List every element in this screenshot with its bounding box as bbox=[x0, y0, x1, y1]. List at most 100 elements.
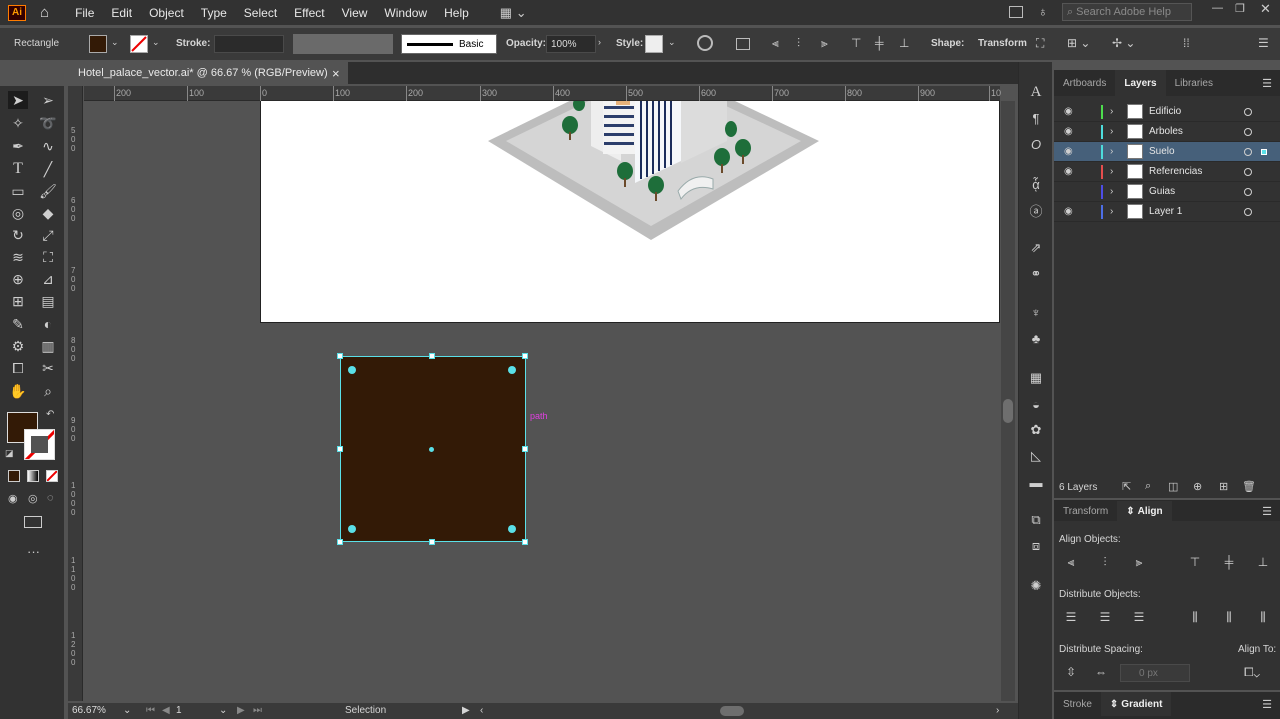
glyphs-panel-icon[interactable]: ᾆ bbox=[1028, 176, 1044, 192]
expand-chevron-icon[interactable]: › bbox=[1110, 166, 1113, 177]
scroll-right-icon[interactable]: › bbox=[996, 705, 999, 716]
clipping-mask-icon[interactable]: ◫ bbox=[1168, 480, 1178, 493]
target-circle-icon[interactable] bbox=[1244, 207, 1252, 216]
visibility-eye-icon[interactable]: ◉ bbox=[1064, 126, 1073, 137]
minimize-icon[interactable]: — bbox=[1212, 2, 1223, 14]
scrollbar-thumb[interactable] bbox=[1003, 399, 1013, 423]
isolate-icon[interactable]: ⛶ bbox=[1036, 36, 1044, 51]
new-layer-icon[interactable]: ⊞ bbox=[1219, 480, 1228, 493]
direct-selection-tool-icon[interactable]: ➢ bbox=[38, 91, 58, 109]
handle-top-right[interactable] bbox=[522, 353, 528, 359]
search-input[interactable]: ⌕ Search Adobe Help bbox=[1062, 3, 1192, 21]
selection-tool-icon[interactable]: ➤ bbox=[8, 91, 28, 109]
menu-edit[interactable]: Edit bbox=[111, 6, 132, 20]
edit-toolbar-icon[interactable]: ··· bbox=[27, 544, 40, 559]
free-transform-tool-icon[interactable]: ⛶ bbox=[38, 248, 58, 266]
transparency-icon[interactable] bbox=[736, 38, 750, 50]
swatches-panel-icon[interactable]: ▦ bbox=[1028, 370, 1044, 386]
export-panel-icon[interactable]: ⇗ bbox=[1028, 240, 1044, 256]
zoom-dropdown-icon[interactable]: ⌄ bbox=[123, 705, 131, 716]
warp-tool-icon[interactable]: ≋ bbox=[8, 248, 28, 266]
artboard-number-field[interactable]: 1 bbox=[176, 704, 216, 718]
swap-colors-icon[interactable]: ↶ bbox=[46, 409, 54, 420]
align-top-ctrl-icon[interactable]: ⊤ bbox=[851, 36, 861, 50]
target-circle-icon[interactable] bbox=[1244, 187, 1252, 196]
handle-bottom-right[interactable] bbox=[522, 539, 528, 545]
collect-export-icon[interactable]: ⇱ bbox=[1122, 480, 1131, 493]
opacity-input[interactable]: 100% bbox=[546, 35, 596, 53]
default-colors-icon[interactable]: ◪ bbox=[5, 448, 14, 459]
tab-libraries[interactable]: Libraries bbox=[1166, 70, 1222, 96]
first-artboard-icon[interactable]: ⏮ bbox=[146, 705, 155, 716]
layer-row[interactable]: › Guias bbox=[1054, 182, 1280, 202]
curvature-tool-icon[interactable]: ∿ bbox=[38, 137, 58, 155]
rectangle-tool-icon[interactable]: ▭ bbox=[8, 182, 28, 200]
target-circle-icon[interactable] bbox=[1244, 147, 1252, 156]
paragraph-panel-icon[interactable]: ¶ bbox=[1028, 110, 1044, 126]
selection-indicator-icon[interactable] bbox=[1261, 148, 1267, 155]
menu-help[interactable]: Help bbox=[444, 6, 469, 20]
align-to-dropdown-icon[interactable]: ⧠⌄ bbox=[1244, 665, 1260, 679]
lasso-tool-icon[interactable]: ➰ bbox=[38, 114, 58, 132]
new-sublayer-icon[interactable]: ⊕ bbox=[1193, 480, 1202, 493]
line-tool-icon[interactable]: ╱ bbox=[38, 160, 58, 178]
expand-chevron-icon[interactable]: › bbox=[1110, 106, 1113, 117]
close-window-icon[interactable]: ✕ bbox=[1260, 1, 1271, 17]
canvas[interactable]: path bbox=[84, 101, 1000, 701]
next-artboard-icon[interactable]: ▶ bbox=[237, 705, 245, 716]
paintbrush-tool-icon[interactable]: 🖌 bbox=[38, 182, 58, 200]
type-tool-icon[interactable]: T bbox=[8, 160, 28, 178]
draw-behind-icon[interactable]: ◎ bbox=[28, 492, 38, 505]
corner-widget-bl[interactable] bbox=[348, 525, 356, 533]
transform-label[interactable]: Transform bbox=[978, 38, 1027, 49]
handle-mid-left[interactable] bbox=[337, 446, 343, 452]
menu-object[interactable]: Object bbox=[149, 6, 184, 20]
scale-tool-icon[interactable]: ⤢ bbox=[38, 226, 58, 244]
horizontal-align-right-icon[interactable]: ⫸ bbox=[1131, 555, 1147, 569]
gradient-panel-icon[interactable]: ◺ bbox=[1028, 448, 1044, 464]
visibility-eye-icon[interactable]: ◉ bbox=[1064, 166, 1073, 177]
eraser-tool-icon[interactable]: ◆ bbox=[38, 204, 58, 222]
style-swatch[interactable] bbox=[645, 35, 663, 53]
target-circle-icon[interactable] bbox=[1244, 107, 1252, 116]
character-panel-icon[interactable]: A bbox=[1028, 84, 1044, 100]
visibility-eye-icon[interactable]: ◉ bbox=[1064, 206, 1073, 217]
shaper-tool-icon[interactable]: ◎ bbox=[8, 204, 28, 222]
distribute-vcenter-icon[interactable]: ☰ bbox=[1097, 610, 1113, 624]
lightbulb-icon[interactable]: ♁ bbox=[1038, 4, 1048, 19]
appearance-panel-icon[interactable]: ◒ bbox=[1028, 396, 1044, 412]
slice-tool-icon[interactable]: ✂ bbox=[38, 359, 58, 377]
vertical-align-center-icon[interactable]: ╪ bbox=[1221, 555, 1237, 569]
menu-file[interactable]: File bbox=[75, 6, 94, 20]
layer-row[interactable]: ◉ › Arboles bbox=[1054, 122, 1280, 142]
hand-tool-icon[interactable]: ✋ bbox=[8, 382, 28, 400]
tab-align[interactable]: ⇕ Align bbox=[1117, 501, 1172, 521]
horizontal-align-center-icon[interactable]: ⫶ bbox=[1097, 555, 1113, 569]
graphic-styles-panel-icon[interactable]: ✺ bbox=[1028, 578, 1044, 594]
layer-row[interactable]: ◉ › Suelo bbox=[1054, 142, 1280, 162]
pathfinder-panel-icon[interactable]: ⧉ bbox=[1028, 512, 1044, 528]
shape-label[interactable]: Shape: bbox=[931, 38, 964, 49]
layer-row[interactable]: ◉ › Edificio bbox=[1054, 102, 1280, 122]
visibility-eye-icon[interactable]: ◉ bbox=[1064, 146, 1073, 157]
stroke-swatch[interactable] bbox=[130, 35, 148, 53]
distribute-left-icon[interactable]: ⫼ bbox=[1187, 610, 1203, 624]
links-panel-icon[interactable]: ⚭ bbox=[1028, 266, 1044, 282]
fill-swatch[interactable] bbox=[89, 35, 107, 53]
puppet-warp-icon[interactable]: ✢ ⌄ bbox=[1112, 36, 1135, 50]
close-tab-icon[interactable]: × bbox=[332, 66, 340, 81]
shape-builder-tool-icon[interactable]: ⊕ bbox=[8, 270, 28, 288]
vertical-scrollbar[interactable] bbox=[1001, 101, 1015, 701]
gradient-tool-icon[interactable]: ▤ bbox=[38, 292, 58, 310]
gradient-mode-icon[interactable] bbox=[27, 470, 39, 482]
handle-mid-right[interactable] bbox=[522, 446, 528, 452]
mesh-tool-icon[interactable]: ⊞ bbox=[8, 292, 28, 310]
opacity-arrow-icon[interactable]: › bbox=[598, 37, 601, 47]
opentype-panel-icon[interactable]: O bbox=[1028, 136, 1044, 152]
screen-mode-icon[interactable] bbox=[24, 516, 42, 528]
stroke-color-box[interactable] bbox=[24, 429, 55, 460]
distribute-top-icon[interactable]: ☰ bbox=[1063, 610, 1079, 624]
puppet-panel-icon[interactable]: ♆ bbox=[1028, 304, 1044, 320]
symbol-sprayer-tool-icon[interactable]: ⚙ bbox=[8, 337, 28, 355]
menu-effect[interactable]: Effect bbox=[294, 6, 324, 20]
